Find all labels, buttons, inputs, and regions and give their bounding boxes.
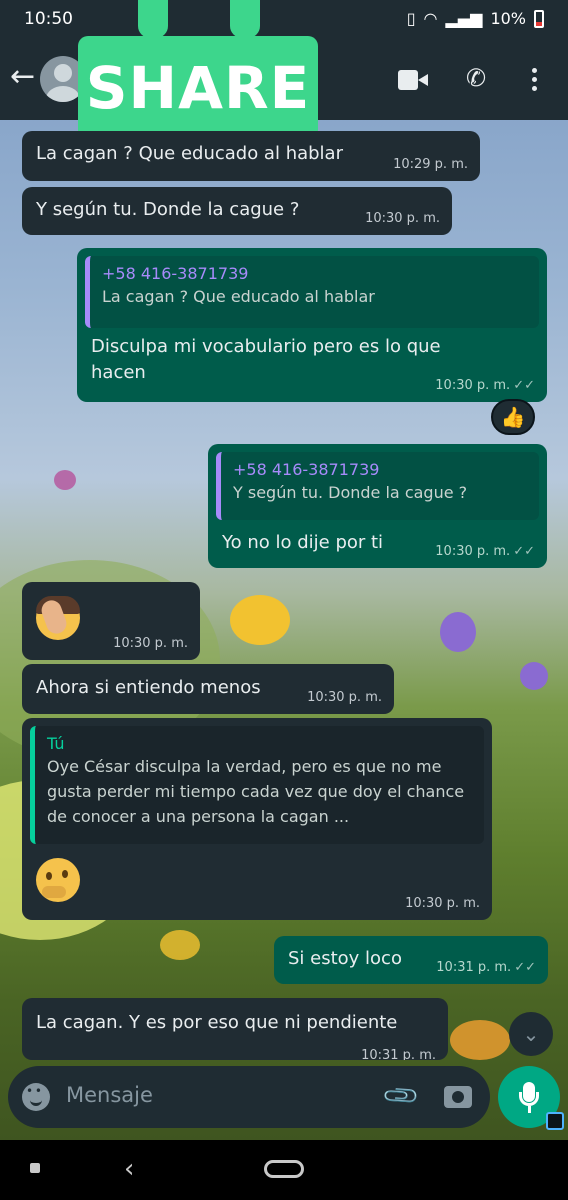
read-receipt-icon: ✓✓: [514, 960, 536, 976]
signal-icon: ▂▄▆: [445, 9, 483, 28]
message-text: Disculpa mi vocabulario pero es lo que h…: [91, 336, 441, 384]
message-text: Si estoy loco: [288, 948, 402, 969]
battery-percent: 10%: [490, 9, 526, 28]
home-icon[interactable]: [264, 1160, 304, 1178]
message-meta: 10:30 p. m. ✓✓: [435, 378, 535, 394]
emoji-picker-icon[interactable]: [22, 1083, 50, 1111]
read-receipt-icon: ✓✓: [513, 378, 535, 394]
quoted-sender: +58 416-3871739: [102, 264, 249, 283]
reaction-badge[interactable]: 👍: [491, 399, 535, 435]
back-arrow-icon[interactable]: ←: [10, 62, 35, 92]
battery-icon: [534, 9, 544, 28]
incoming-message[interactable]: La cagan ? Que educado al hablar 10:29 p…: [22, 131, 480, 181]
quoted-sender: +58 416-3871739: [233, 460, 380, 479]
message-time: 10:31 p. m.: [361, 1048, 436, 1060]
status-bar: 10:50 ▯ ◠ ▂▄▆ 10%: [0, 0, 568, 40]
message-time: 10:30 p. m.: [307, 690, 382, 706]
outgoing-message[interactable]: +58 416-3871739 Y según tu. Donde la cag…: [208, 444, 547, 568]
message-text: Y según tu. Donde la cague ?: [36, 199, 300, 220]
scroll-to-bottom-icon[interactable]: ⌄: [509, 1012, 553, 1056]
attach-clip-icon[interactable]: 📎: [380, 1076, 421, 1117]
quoted-text: Y según tu. Donde la cague ?: [233, 483, 468, 503]
camera-icon[interactable]: [444, 1086, 472, 1108]
incoming-message[interactable]: Tú Oye César disculpa la verdad, pero es…: [22, 718, 492, 920]
outgoing-message[interactable]: +58 416-3871739 La cagan ? Que educado a…: [77, 248, 547, 402]
recent-apps-icon[interactable]: [30, 1163, 40, 1173]
quoted-message[interactable]: +58 416-3871739 Y según tu. Donde la cag…: [216, 452, 539, 520]
quoted-sender: Tú: [47, 734, 65, 753]
incoming-message[interactable]: Y según tu. Donde la cague ? 10:30 p. m.: [22, 187, 452, 235]
nav-back-icon[interactable]: ‹: [124, 1154, 134, 1184]
thinking-face-emoji-icon: [36, 858, 80, 902]
sticker-strap: [230, 0, 260, 38]
status-time: 10:50: [24, 9, 73, 29]
facepalm-emoji-icon: [36, 596, 80, 640]
system-navigation-bar: ‹: [0, 1140, 568, 1200]
incoming-message[interactable]: Ahora si entiendo menos 10:30 p. m.: [22, 664, 394, 714]
read-receipt-icon: ✓✓: [513, 544, 535, 560]
copy-overlay-icon[interactable]: [546, 1112, 564, 1130]
quoted-text: La cagan ? Que educado al hablar: [102, 287, 375, 307]
outgoing-message[interactable]: Si estoy loco 10:31 p. m. ✓✓: [274, 936, 548, 984]
sticker-strap: [138, 0, 168, 38]
message-text: La cagan. Y es por eso que ni pendiente: [36, 1012, 398, 1033]
message-text: Ahora si entiendo menos: [36, 677, 261, 698]
quoted-text: Oye César disculpa la verdad, pero es qu…: [47, 757, 465, 826]
quoted-message[interactable]: +58 416-3871739 La cagan ? Que educado a…: [85, 256, 539, 328]
message-text: La cagan ? Que educado al hablar: [36, 143, 343, 164]
message-meta: 10:31 p. m. ✓✓: [436, 960, 536, 976]
message-time: 10:30 p. m.: [365, 211, 440, 227]
message-time: 10:30 p. m.: [405, 896, 480, 912]
message-time: 10:29 p. m.: [393, 157, 468, 173]
message-meta: 10:30 p. m. ✓✓: [435, 544, 535, 560]
share-sticker: SHARE: [78, 36, 318, 140]
video-call-icon[interactable]: [398, 70, 428, 90]
quoted-message[interactable]: Tú Oye César disculpa la verdad, pero es…: [30, 726, 484, 844]
message-composer: Mensaje 📎: [8, 1066, 490, 1128]
vibrate-icon: ▯: [406, 9, 416, 28]
phone-call-icon[interactable]: ✆: [466, 64, 486, 92]
incoming-message[interactable]: 10:30 p. m.: [22, 582, 200, 660]
incoming-message[interactable]: La cagan. Y es por eso que ni pendiente …: [22, 998, 448, 1060]
message-text: Yo no lo dije por ti: [222, 532, 384, 553]
message-time: 10:30 p. m.: [113, 636, 188, 652]
wifi-icon: ◠: [423, 9, 438, 28]
message-input[interactable]: Mensaje: [66, 1083, 153, 1107]
more-options-icon[interactable]: [532, 68, 538, 95]
